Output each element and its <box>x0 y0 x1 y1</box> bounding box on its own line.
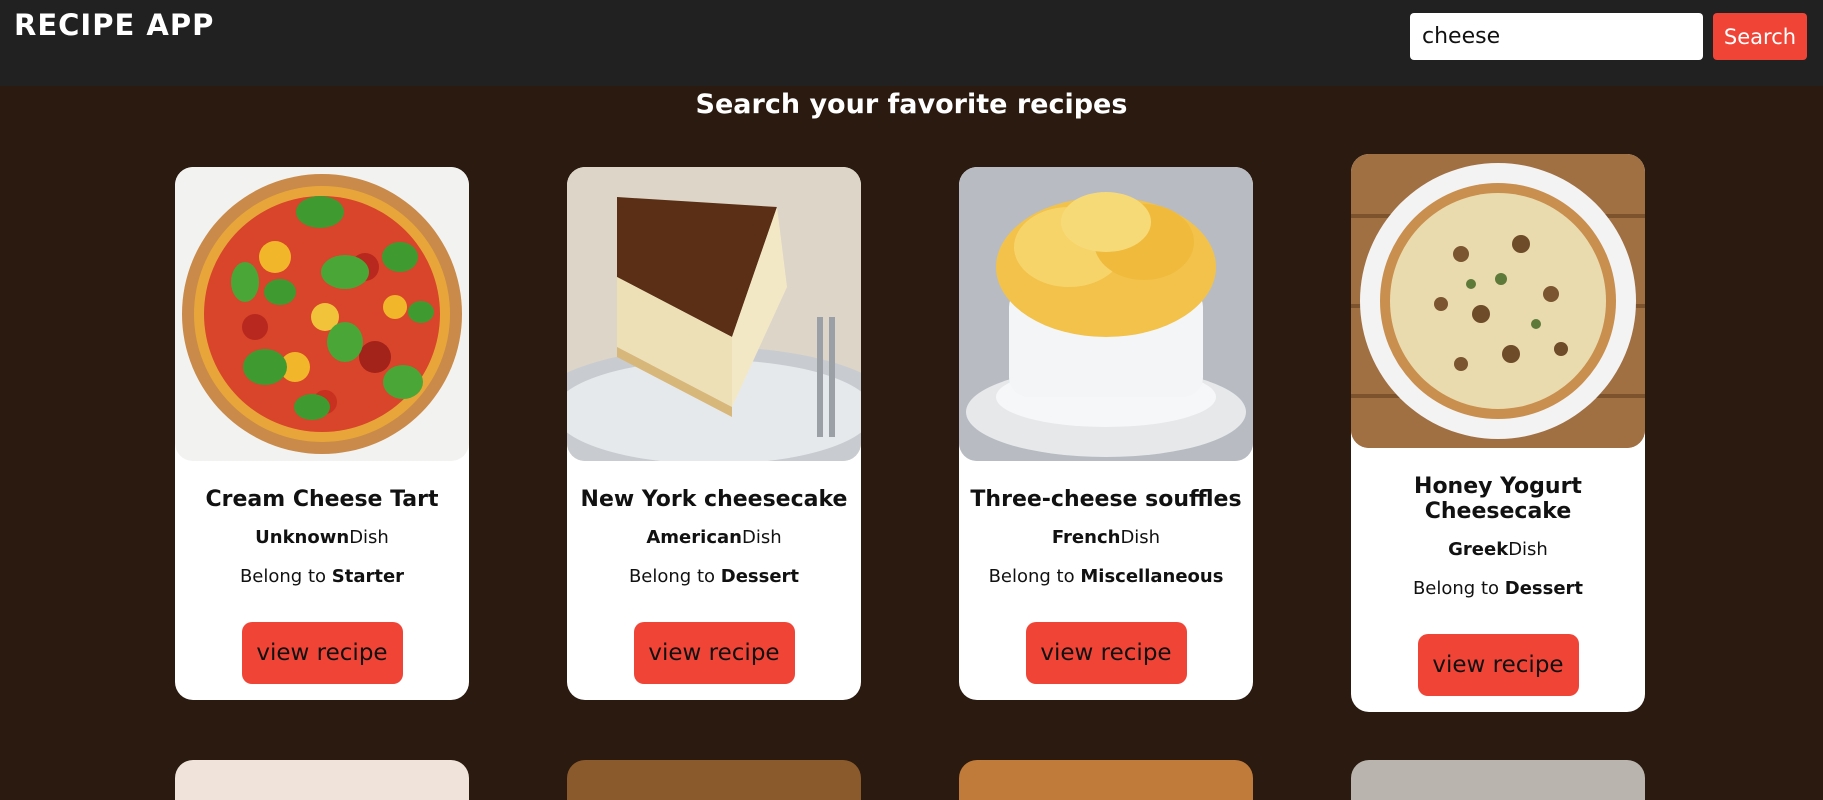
recipe-card: Honey Yogurt Cheesecake GreekDish Belong… <box>1351 154 1645 712</box>
recipe-area: AmericanDish <box>646 527 782 548</box>
recipe-area: FrenchDish <box>1051 527 1161 548</box>
view-recipe-button[interactable]: view recipe <box>633 622 795 684</box>
recipe-category: Belong to Dessert <box>628 566 800 587</box>
recipe-image-cheesecake <box>567 167 861 461</box>
recipe-area: UnknownDish <box>255 527 389 548</box>
recipe-image-souffle <box>959 167 1253 461</box>
recipe-card-partial <box>1351 760 1645 800</box>
view-recipe-button[interactable]: view recipe <box>241 622 403 684</box>
view-recipe-button[interactable]: view recipe <box>1417 634 1579 696</box>
recipe-card: New York cheesecake AmericanDish Belong … <box>567 167 861 700</box>
recipe-card-partial <box>959 760 1253 800</box>
recipe-area: GreekDish <box>1448 539 1548 560</box>
recipe-card: Cream Cheese Tart UnknownDish Belong to … <box>175 167 469 700</box>
recipe-title: Three-cheese souffles <box>970 487 1242 512</box>
recipe-category: Belong to Miscellaneous <box>988 566 1224 587</box>
search-input[interactable] <box>1410 13 1703 60</box>
recipe-card-partial <box>175 760 469 800</box>
recipe-title: Honey Yogurt Cheesecake <box>1414 474 1582 524</box>
top-navbar: RECIPE APP Search <box>0 0 1823 86</box>
page-title: Search your favorite recipes <box>695 89 1128 120</box>
app-logo: RECIPE APP <box>14 8 215 42</box>
recipe-title: Cream Cheese Tart <box>205 487 439 512</box>
recipe-image-tomato-tart <box>175 167 469 461</box>
view-recipe-button[interactable]: view recipe <box>1025 622 1187 684</box>
recipe-category: Belong to Dessert <box>1412 578 1584 599</box>
recipe-image-honey-cheesecake <box>1351 154 1645 448</box>
recipe-card: Three-cheese souffles FrenchDish Belong … <box>959 167 1253 700</box>
recipe-category: Belong to Starter <box>239 566 405 587</box>
recipe-card-partial <box>567 760 861 800</box>
recipe-title: New York cheesecake <box>580 487 848 512</box>
search-button[interactable]: Search <box>1713 13 1807 60</box>
